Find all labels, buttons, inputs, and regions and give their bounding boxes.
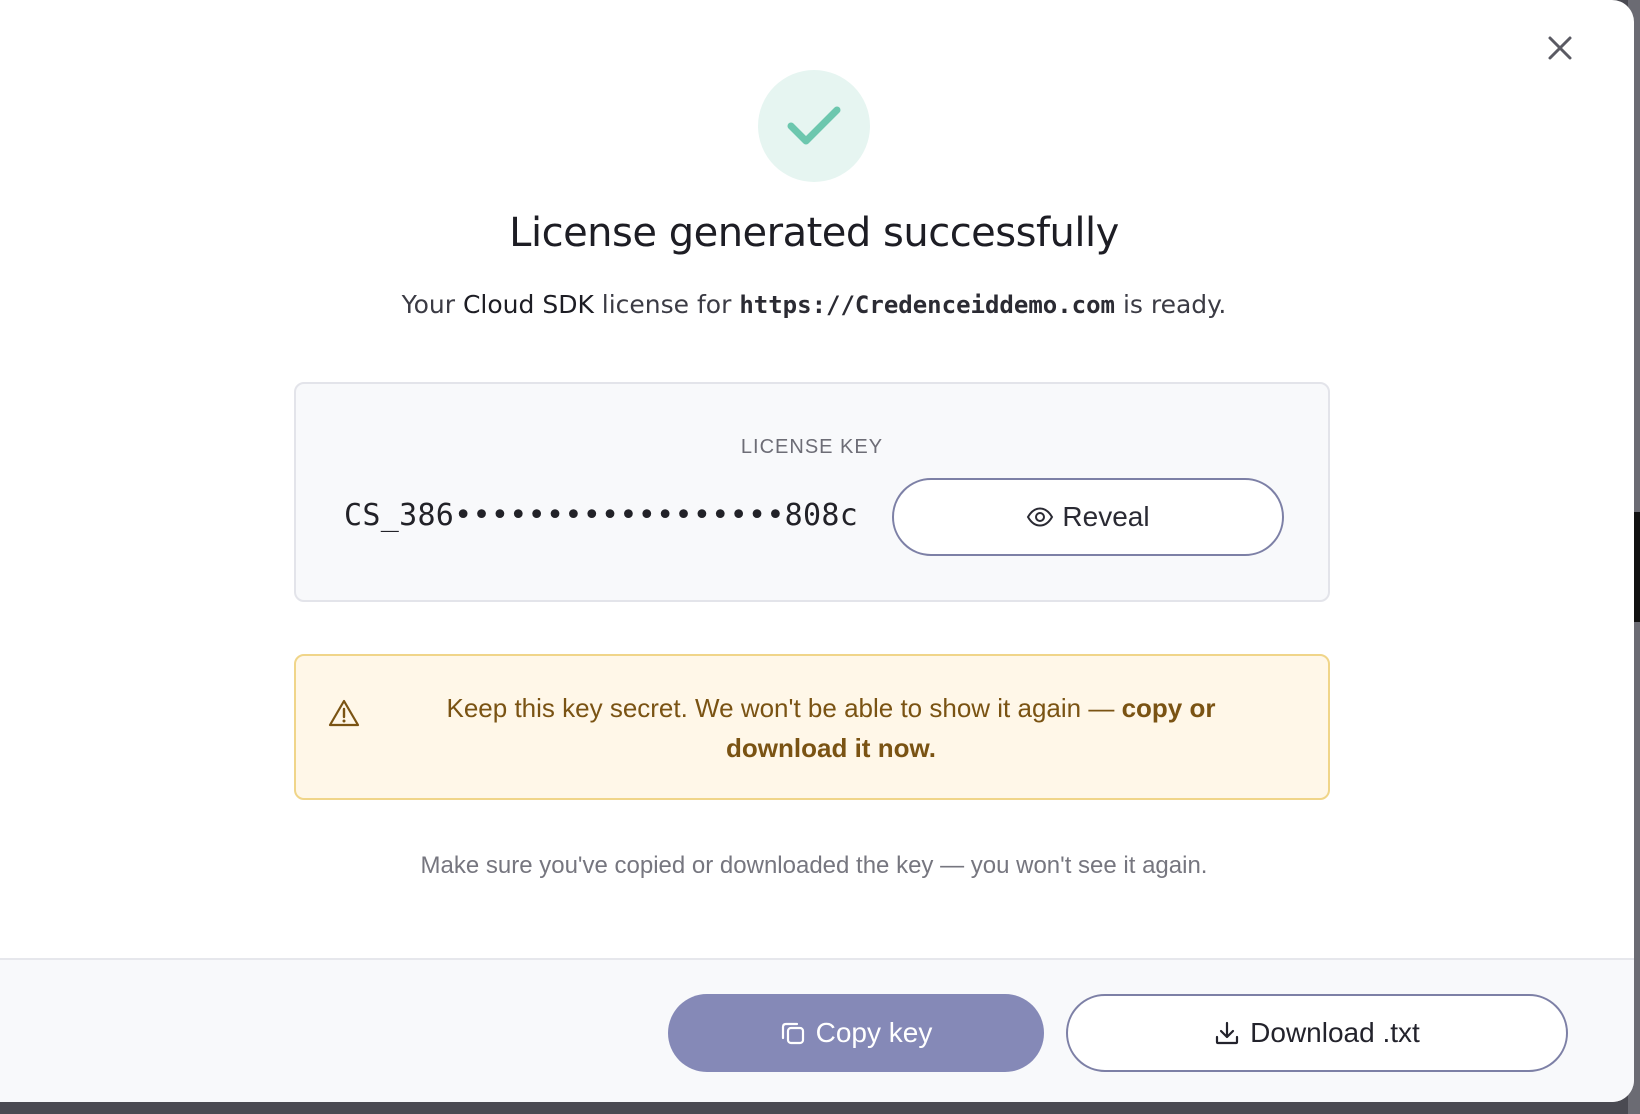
checkmark-icon (787, 106, 841, 145)
copy-key-label: Copy key (815, 1017, 933, 1048)
license-url: https://Credenceiddemo.com (739, 291, 1116, 319)
copy-icon (781, 1022, 804, 1045)
warning-message: Keep this key secret. We won't be able t… (446, 693, 1122, 723)
subtitle-suffix: is ready. (1115, 290, 1227, 319)
license-key-card: LICENSE KEY CS_386••••••••••••••••••808c… (294, 382, 1330, 602)
download-txt-label: Download .txt (1250, 1017, 1420, 1048)
reveal-button[interactable]: Reveal (892, 478, 1284, 556)
subtitle-middle: license for (593, 290, 740, 319)
eye-icon (1027, 507, 1054, 527)
close-icon (1548, 36, 1572, 60)
download-txt-button[interactable]: Download .txt (1066, 994, 1568, 1072)
subtitle-prefix: Your (401, 290, 463, 319)
license-key-label: LICENSE KEY (740, 436, 884, 458)
warning-triangle-icon (328, 699, 360, 727)
reminder-note: Make sure you've copied or downloaded th… (420, 852, 1208, 879)
product-name: Cloud SDK (462, 290, 594, 319)
warning-text: Keep this key secret. We won't be able t… (386, 688, 1276, 768)
masked-license-key: CS_386••••••••••••••••••808c (344, 498, 859, 533)
license-success-modal: License generated successfully Your Clou… (0, 0, 1634, 1102)
success-badge (758, 70, 870, 182)
warning-banner: Keep this key secret. We won't be able t… (294, 654, 1330, 800)
copy-key-button[interactable]: Copy key (668, 994, 1044, 1072)
download-icon (1216, 1021, 1239, 1045)
reveal-label: Reveal (1062, 501, 1150, 532)
modal-footer: Copy key Download .txt (0, 958, 1634, 1102)
modal-subtitle: Your Cloud SDK license for https://Crede… (0, 290, 1628, 319)
close-button[interactable] (1540, 28, 1580, 68)
modal-title: License generated successfully (509, 210, 1119, 256)
